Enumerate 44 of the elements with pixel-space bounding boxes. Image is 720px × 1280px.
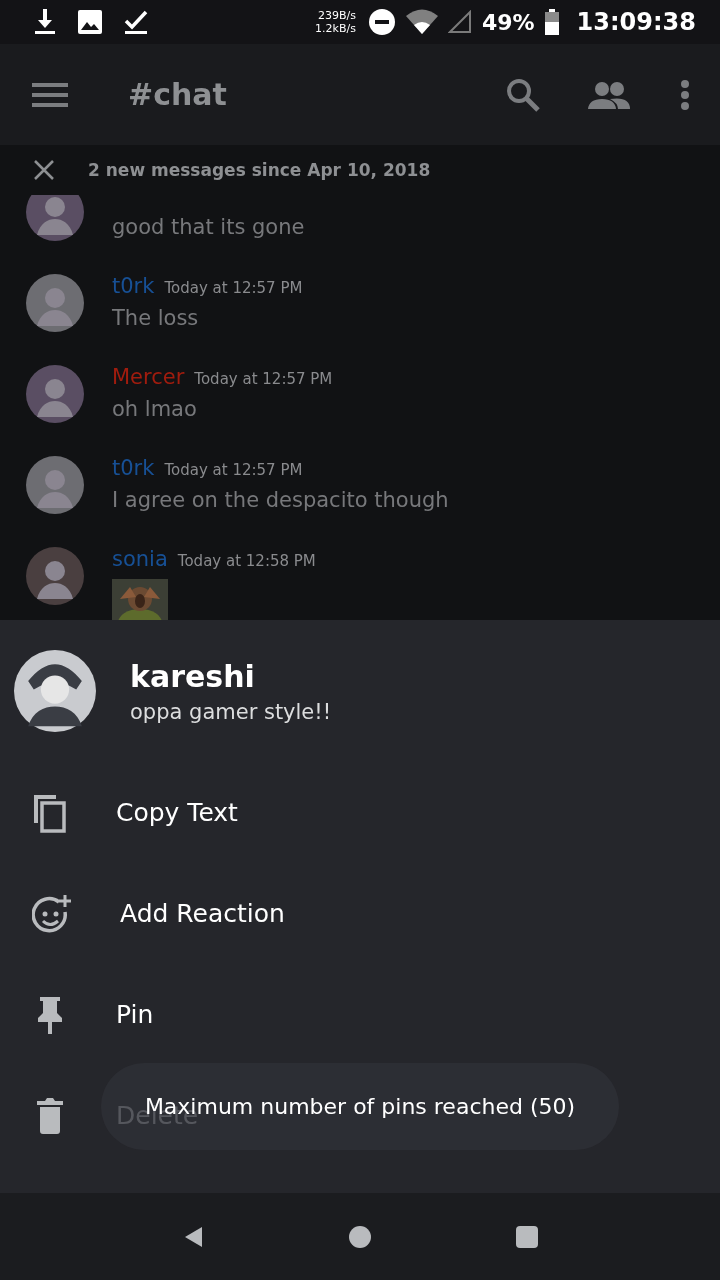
avatar — [26, 456, 84, 514]
menu-item[interactable]: Pin — [0, 964, 720, 1065]
download-speed: 1.2kB/s — [315, 22, 356, 35]
author-name[interactable]: sonia — [112, 547, 168, 571]
author-name[interactable]: t0rk — [112, 456, 155, 480]
user-name: kareshi — [130, 658, 256, 694]
checkmark-icon — [124, 9, 148, 35]
menu-item[interactable]: Copy Text — [0, 762, 720, 863]
timestamp: Today at 12:57 PM — [194, 370, 333, 388]
message-text: oh lmao — [112, 397, 198, 421]
avatar — [26, 547, 84, 605]
more-icon[interactable] — [680, 79, 690, 110]
timestamp: Today at 12:58 PM — [177, 552, 316, 570]
menu-icon[interactable] — [32, 81, 68, 108]
message-text: The loss — [112, 306, 200, 330]
avatar — [26, 274, 84, 332]
signal-icon — [447, 10, 472, 34]
close-icon[interactable] — [34, 160, 54, 180]
user-status: oppa gamer style!! — [130, 699, 332, 724]
menu-item[interactable]: Add Reaction — [0, 863, 720, 964]
timestamp: Today at 12:57 PM — [164, 279, 303, 297]
copy-icon — [32, 792, 68, 833]
avatar — [26, 365, 84, 423]
battery-icon — [544, 9, 559, 35]
wifi-icon — [405, 9, 438, 35]
channel-title: #chat — [128, 77, 227, 112]
clock: 13:09:38 — [576, 8, 696, 36]
image-icon — [78, 10, 102, 34]
message-text: I agree on the despacito though — [112, 488, 449, 512]
battery-percent: 49% — [481, 9, 535, 35]
upload-speed: 239B/s — [317, 9, 356, 22]
message-text: good that its gone — [112, 215, 305, 239]
search-icon[interactable] — [506, 77, 540, 112]
author-name[interactable]: Mercer — [112, 365, 185, 389]
new-messages-label: 2 new messages since Apr 10, 2018 — [88, 160, 431, 180]
recents-icon[interactable] — [516, 1225, 538, 1248]
home-icon[interactable] — [348, 1224, 372, 1249]
do-not-disturb-icon — [367, 8, 396, 36]
author-name[interactable]: t0rk — [112, 274, 155, 298]
download-icon — [34, 9, 56, 35]
timestamp: Today at 12:57 PM — [164, 461, 303, 479]
avatar — [26, 195, 84, 241]
members-icon[interactable] — [588, 80, 630, 109]
emoji-add-icon — [32, 893, 72, 934]
